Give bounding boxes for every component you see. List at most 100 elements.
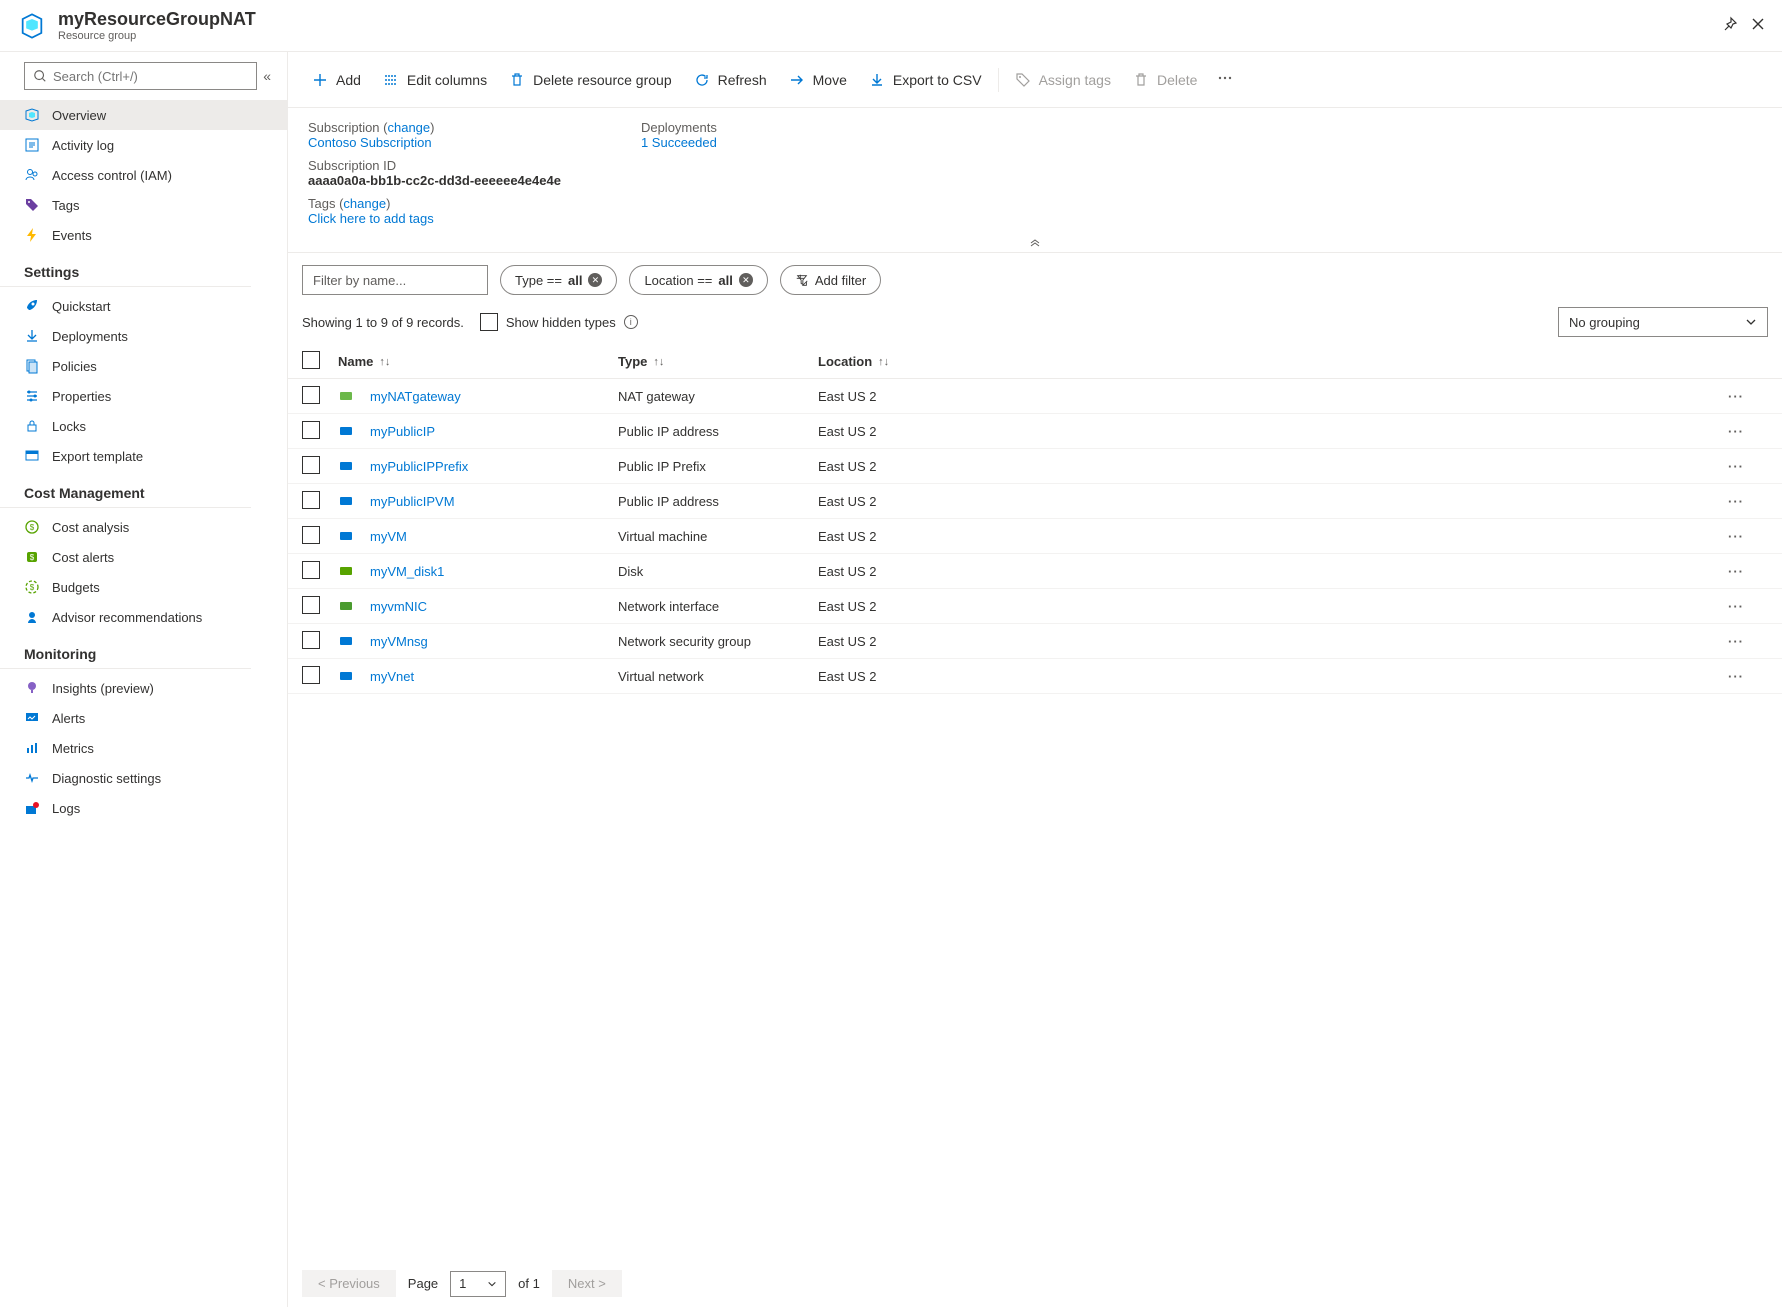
subscription-link[interactable]: Contoso Subscription — [308, 135, 432, 150]
show-hidden-checkbox[interactable] — [480, 313, 498, 331]
row-checkbox[interactable] — [302, 526, 320, 544]
table-row[interactable]: myvmNIC Network interface East US 2 ··· — [288, 589, 1782, 624]
nav-metrics[interactable]: Metrics — [0, 733, 287, 763]
row-checkbox[interactable] — [302, 561, 320, 579]
resource-link[interactable]: myVMnsg — [370, 634, 428, 649]
nav-properties[interactable]: Properties — [0, 381, 287, 411]
table-row[interactable]: myPublicIP Public IP address East US 2 ·… — [288, 414, 1782, 449]
resource-link[interactable]: myNATgateway — [370, 389, 461, 404]
table-row[interactable]: myPublicIPPrefix Public IP Prefix East U… — [288, 449, 1782, 484]
row-more-icon[interactable]: ··· — [1728, 669, 1744, 684]
row-checkbox[interactable] — [302, 596, 320, 614]
change-tags-link[interactable]: change — [343, 196, 386, 211]
row-more-icon[interactable]: ··· — [1728, 634, 1744, 649]
search-input[interactable] — [24, 62, 257, 90]
row-more-icon[interactable]: ··· — [1728, 459, 1744, 474]
row-checkbox[interactable] — [302, 456, 320, 474]
row-checkbox[interactable] — [302, 631, 320, 649]
filter-name-input[interactable] — [302, 265, 488, 295]
resource-link[interactable]: myVM — [370, 529, 407, 544]
nav-budgets[interactable]: $Budgets — [0, 572, 287, 602]
nav-locks[interactable]: Locks — [0, 411, 287, 441]
collapse-sidebar-icon[interactable]: « — [263, 68, 271, 84]
collapse-essentials-button[interactable] — [288, 238, 1782, 253]
nav-insights[interactable]: Insights (preview) — [0, 673, 287, 703]
delete-button[interactable]: Delete — [1123, 66, 1207, 94]
close-icon[interactable] — [1750, 16, 1766, 35]
resource-link[interactable]: myPublicIPPrefix — [370, 459, 468, 474]
metrics-icon — [24, 740, 40, 756]
row-checkbox[interactable] — [302, 491, 320, 509]
add-tags-link[interactable]: Click here to add tags — [308, 211, 434, 226]
type-filter-pill[interactable]: Type == all✕ — [500, 265, 617, 295]
resource-link[interactable]: myvmNIC — [370, 599, 427, 614]
clear-location-icon[interactable]: ✕ — [739, 273, 753, 287]
nav-diagnostic[interactable]: Diagnostic settings — [0, 763, 287, 793]
row-more-icon[interactable]: ··· — [1728, 564, 1744, 579]
col-type-header[interactable]: Type↑↓ — [618, 354, 818, 369]
col-location-header[interactable]: Location↑↓ — [818, 354, 1728, 369]
next-button[interactable]: Next > — [552, 1270, 622, 1297]
table-row[interactable]: myVMnsg Network security group East US 2… — [288, 624, 1782, 659]
location-filter-pill[interactable]: Location == all✕ — [629, 265, 767, 295]
resource-location: East US 2 — [818, 389, 1728, 404]
select-all-checkbox[interactable] — [302, 351, 320, 369]
row-more-icon[interactable]: ··· — [1728, 529, 1744, 544]
row-more-icon[interactable]: ··· — [1728, 424, 1744, 439]
nav-deployments[interactable]: Deployments — [0, 321, 287, 351]
resource-link[interactable]: myPublicIP — [370, 424, 435, 439]
table-row[interactable]: myVnet Virtual network East US 2 ··· — [288, 659, 1782, 694]
prev-button[interactable]: < Previous — [302, 1270, 396, 1297]
resource-location: East US 2 — [818, 599, 1728, 614]
resource-location: East US 2 — [818, 459, 1728, 474]
table-row[interactable]: myPublicIPVM Public IP address East US 2… — [288, 484, 1782, 519]
refresh-button[interactable]: Refresh — [684, 66, 777, 94]
table-row[interactable]: myNATgateway NAT gateway East US 2 ··· — [288, 379, 1782, 414]
clear-type-icon[interactable]: ✕ — [588, 273, 602, 287]
delete-rg-button[interactable]: Delete resource group — [499, 66, 682, 94]
nav-iam[interactable]: Access control (IAM) — [0, 160, 287, 190]
info-icon[interactable]: i — [624, 315, 638, 329]
plus-icon — [312, 72, 328, 88]
page-dropdown[interactable]: 1 — [450, 1271, 506, 1297]
row-checkbox[interactable] — [302, 666, 320, 684]
nav-alerts[interactable]: Alerts — [0, 703, 287, 733]
overview-icon — [24, 107, 40, 123]
more-button[interactable] — [1209, 64, 1241, 95]
pin-icon[interactable] — [1722, 16, 1738, 35]
move-button[interactable]: Move — [779, 66, 857, 94]
row-more-icon[interactable]: ··· — [1728, 494, 1744, 509]
row-checkbox[interactable] — [302, 421, 320, 439]
nav-section-cost: Cost Management — [0, 471, 251, 508]
nav-export-template[interactable]: Export template — [0, 441, 287, 471]
nav-activity-log[interactable]: Activity log — [0, 130, 287, 160]
nav-advisor[interactable]: Advisor recommendations — [0, 602, 287, 632]
nav-logs[interactable]: Logs — [0, 793, 287, 823]
add-filter-button[interactable]: Add filter — [780, 265, 881, 295]
add-button[interactable]: Add — [302, 66, 371, 94]
table-row[interactable]: myVM_disk1 Disk East US 2 ··· — [288, 554, 1782, 589]
edit-columns-button[interactable]: Edit columns — [373, 66, 497, 94]
nav-events[interactable]: Events — [0, 220, 287, 250]
nav-quickstart[interactable]: Quickstart — [0, 291, 287, 321]
nav-policies[interactable]: Policies — [0, 351, 287, 381]
deployments-link[interactable]: 1 Succeeded — [641, 135, 717, 150]
nav-cost-analysis[interactable]: $Cost analysis — [0, 512, 287, 542]
grouping-dropdown[interactable]: No grouping — [1558, 307, 1768, 337]
row-more-icon[interactable]: ··· — [1728, 599, 1744, 614]
resource-link[interactable]: myVnet — [370, 669, 414, 684]
row-more-icon[interactable]: ··· — [1728, 389, 1744, 404]
resource-link[interactable]: myVM_disk1 — [370, 564, 444, 579]
change-subscription-link[interactable]: change — [387, 120, 430, 135]
resource-location: East US 2 — [818, 669, 1728, 684]
table-row[interactable]: myVM Virtual machine East US 2 ··· — [288, 519, 1782, 554]
nav-overview[interactable]: Overview — [0, 100, 287, 130]
resource-link[interactable]: myPublicIPVM — [370, 494, 455, 509]
nav-tags[interactable]: Tags — [0, 190, 287, 220]
row-checkbox[interactable] — [302, 386, 320, 404]
resource-icon — [338, 423, 354, 439]
assign-tags-button[interactable]: Assign tags — [1005, 66, 1121, 94]
export-csv-button[interactable]: Export to CSV — [859, 66, 992, 94]
nav-cost-alerts[interactable]: $Cost alerts — [0, 542, 287, 572]
col-name-header[interactable]: Name↑↓ — [338, 354, 618, 369]
